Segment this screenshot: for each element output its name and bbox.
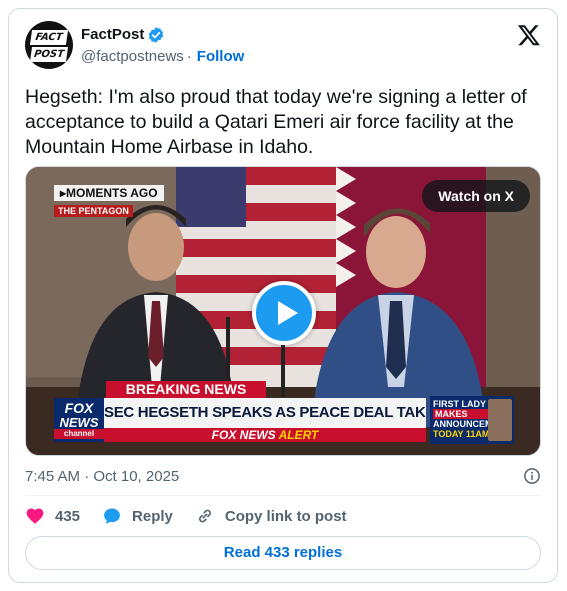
x-logo-icon[interactable] <box>517 23 541 47</box>
author-name-row: FactPost <box>81 25 165 45</box>
divider <box>25 495 541 496</box>
video-player[interactable]: ▸MOMENTS AGO THE PENTAGON Watch on X BRE… <box>25 166 541 456</box>
avatar-logo-line-2: POST <box>29 47 69 62</box>
display-name[interactable]: FactPost <box>81 25 144 45</box>
fox-logo-line-3: channel <box>54 429 104 439</box>
post-timestamp[interactable]: 7:45 AM · Oct 10, 2025 <box>25 467 179 487</box>
moments-ago-label: ▸MOMENTS AGO <box>54 185 164 201</box>
link-icon <box>198 509 211 523</box>
read-replies-button[interactable]: Read 433 replies <box>25 536 541 570</box>
avatar-logo-line-1: FACT <box>29 30 69 45</box>
like-count: 435 <box>55 507 81 525</box>
location-label: THE PENTAGON <box>54 205 133 217</box>
fox-logo-line-2: NEWS <box>59 415 99 430</box>
video-overlay-moments-ago: ▸MOMENTS AGO THE PENTAGON <box>54 185 164 219</box>
play-button[interactable] <box>252 281 316 345</box>
heart-icon <box>26 508 44 524</box>
handle-separator: · <box>186 48 192 65</box>
handle-row: @factpostnews · Follow <box>81 47 244 67</box>
post-text: Hegseth: I'm also proud that today we're… <box>25 86 527 158</box>
chyron-alert: FOX NEWS ALERT <box>104 428 426 442</box>
verified-badge-icon <box>149 27 164 43</box>
copy-link-button[interactable]: Copy link to post <box>195 506 347 526</box>
chyron-breaking-news: BREAKING NEWS <box>106 381 266 398</box>
avatar[interactable]: FACT POST <box>25 21 73 69</box>
action-bar: 435 Reply Copy link to post <box>25 505 369 527</box>
promo-box: FIRST LADY MAKES ANNOUNCEMENT TODAY 11AM… <box>430 396 514 444</box>
fox-logo-line-1: FOX <box>64 400 94 416</box>
post-card: FACT POST FactPost @factpostnews · Follo… <box>8 8 558 583</box>
chyron-alert-word: ALERT <box>278 428 319 442</box>
info-icon[interactable] <box>523 467 541 485</box>
handle[interactable]: @factpostnews <box>81 47 184 67</box>
fox-news-logo: FOX NEWS channel <box>54 398 104 442</box>
follow-button[interactable]: Follow <box>197 47 245 67</box>
like-button[interactable]: 435 <box>25 506 80 526</box>
reply-bubble-icon <box>104 508 120 524</box>
reply-label: Reply <box>132 507 173 525</box>
chyron-alert-prefix: FOX NEWS <box>211 428 276 442</box>
watch-on-x-button[interactable]: Watch on X <box>422 180 530 212</box>
chyron-headline: SEC HEGSETH SPEAKS AS PEACE DEAL TAKES H… <box>104 398 426 428</box>
play-icon <box>278 301 298 325</box>
copy-link-label: Copy link to post <box>224 507 347 525</box>
reply-button[interactable]: Reply <box>102 506 173 526</box>
promo-photo <box>488 399 512 441</box>
